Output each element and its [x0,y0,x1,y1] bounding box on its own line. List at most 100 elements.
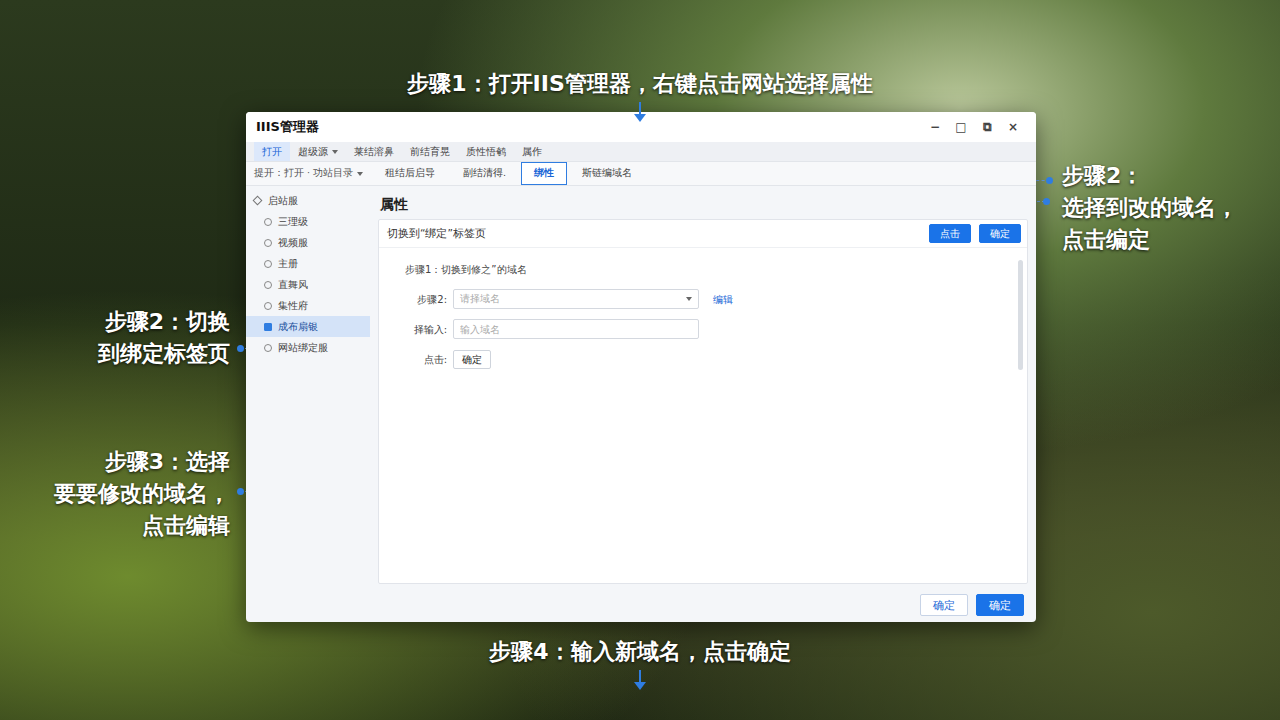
footer-button[interactable]: 确定 [920,594,968,617]
item-icon [264,239,272,247]
annotation-line: 到绑定标签页 [98,338,230,370]
header-button[interactable]: 点击 [929,224,971,243]
item-icon [264,260,272,268]
annotation-line: 步骤2：切换 [98,306,230,338]
annotation-line: 选择到改的域名， [1062,192,1238,224]
sidebar-item[interactable]: 直舞风 [246,274,370,295]
sidebar-header-label: 启站服 [268,195,298,206]
annotation-line: 点击编辑 [54,510,230,542]
annotation-line: 步骤4：输入新域名，点击确定 [0,636,1280,668]
location-path: 提开：打开 · 功站目录 [246,166,370,180]
field-label: 步骤2: [405,292,453,307]
field-label: 择输入: [405,322,453,337]
caret-icon [686,297,692,301]
arrow-down-icon [639,102,641,116]
connector-dot [237,488,244,495]
form-row: 步骤2: 请择域名 编辑 [405,288,1001,310]
panel-title: 属性 [378,190,1028,219]
sidebar-header[interactable]: 启站服 [246,190,370,211]
caret-icon [357,172,363,176]
tree-icon [253,196,263,206]
item-icon [264,218,272,226]
form-body: 步骤1：切换到修之”的域名步骤2: 请择域名 编辑择输入: 点击:确定 [379,248,1027,380]
caret-icon [332,150,338,154]
menu-label: 打开 [262,146,282,157]
field-label: 点击: [405,352,453,367]
window-control[interactable]: × [1000,118,1026,136]
menu-item[interactable]: 打开 [254,142,290,161]
sidebar-item[interactable]: 三理级 [246,211,370,232]
sidebar: 启站服三理级视频服主册直舞风集性府成布扇银网站绑定服 [246,186,370,588]
annotation-line: 步骤3：选择 [54,446,230,478]
menu-label: 莱结溶鼻 [354,146,394,157]
sidebar-label: 集性府 [278,300,308,311]
annotation-line: 步骤1：打开IIS管理器，右键点击网站选择属性 [0,68,1280,100]
sidebar-item[interactable]: 网站绑定服 [246,337,370,358]
arrow-down-icon [639,670,641,684]
menu-label: 质性悟鹌 [466,146,506,157]
connector-dot [237,345,244,352]
step-annotation: 步骤3：选择要要修改的域名，点击编辑 [54,446,230,542]
property-tab[interactable]: 斯链编域名 [569,162,645,184]
property-tab[interactable]: 副结清得. [450,162,519,184]
menu-item[interactable]: 属作 [514,142,550,161]
property-tab[interactable]: 绑性 [521,162,567,184]
step-annotation: 步骤2：选择到改的域名，点击编定 [1062,160,1238,256]
step-annotation: 步骤2：切换到绑定标签页 [98,306,230,370]
annotation-line: 要要修改的域名， [54,478,230,510]
menu-label: 前结育晃 [410,146,450,157]
sidebar-label: 直舞风 [278,279,308,290]
item-icon [264,323,272,331]
connector-dot [1046,177,1053,184]
sidebar-item[interactable]: 主册 [246,253,370,274]
iis-window: IIIS管理器−□⧉× 打开 超级源 莱结溶鼻 前结育晃 质性悟鹌 属作提开：打开 · 功站… [246,112,1036,622]
header-button[interactable]: 确定 [979,224,1021,243]
sidebar-label: 成布扇银 [278,321,318,332]
scrollbar[interactable] [1018,260,1023,370]
confirm-button[interactable]: 确定 [453,350,491,369]
sidebar-label: 视频服 [278,237,308,248]
menu-label: 属作 [522,146,542,157]
sidebar-label: 三理级 [278,216,308,227]
location-text: 提开：打开 · 功站目录 [254,167,353,178]
domain-input[interactable] [453,319,699,339]
menu-item[interactable]: 质性悟鹌 [458,142,514,161]
window-body: 启站服三理级视频服主册直舞风集性府成布扇银网站绑定服属性切换到“绑定”标签页点击… [246,186,1036,588]
window-footer: 确定确定 [246,588,1036,622]
select-placeholder: 请择域名 [460,292,682,306]
property-tab[interactable]: 租结后启导 [372,162,448,184]
window-title: IIIS管理器 [256,117,922,137]
card-header: 切换到“绑定”标签页点击确定 [379,220,1027,248]
step-annotation: 步骤1：打开IIS管理器，右键点击网站选择属性 [0,68,1280,116]
domain-select[interactable]: 请择域名 [453,289,699,309]
annotation-line: 点击编定 [1062,224,1238,256]
menu-item[interactable]: 前结育晃 [402,142,458,161]
toolbar-row: 提开：打开 · 功站目录 租结后启导副结清得.绑性斯链编域名 [246,162,1036,186]
form-row: 择输入: [405,318,1001,340]
sidebar-label: 网站绑定服 [278,342,328,353]
menu-bar: 打开 超级源 莱结溶鼻 前结育晃 质性悟鹌 属作 [246,142,1036,162]
item-icon [264,302,272,310]
intro-text: 步骤1：切换到修之”的域名 [405,258,1001,280]
menu-label: 超级源 [298,146,328,157]
edit-link[interactable]: 编辑 [713,292,733,307]
window-control[interactable]: □ [948,118,974,136]
step-annotation: 步骤4：输入新域名，点击确定 [0,636,1280,684]
item-icon [264,281,272,289]
window-control[interactable]: ⧉ [974,118,1000,136]
card-header-text: 切换到“绑定”标签页 [387,226,921,242]
menu-item[interactable]: 超级源 [290,142,346,161]
annotation-line: 步骤2： [1062,160,1238,192]
sidebar-item[interactable]: 集性府 [246,295,370,316]
connector-dot [1043,198,1050,205]
sidebar-item[interactable]: 视频服 [246,232,370,253]
item-icon [264,344,272,352]
footer-button[interactable]: 确定 [976,594,1024,617]
sidebar-label: 主册 [278,258,298,269]
properties-card: 切换到“绑定”标签页点击确定步骤1：切换到修之”的域名步骤2:请择域名编辑择输入… [378,219,1028,584]
sidebar-item[interactable]: 成布扇银 [246,316,370,337]
tutorial-scene: 步骤1：打开IIS管理器，右键点击网站选择属性步骤2：选择到改的域名，点击编定步… [0,0,1280,720]
menu-item[interactable]: 莱结溶鼻 [346,142,402,161]
form-row: 点击:确定 [405,348,1001,370]
window-control[interactable]: − [922,118,948,136]
